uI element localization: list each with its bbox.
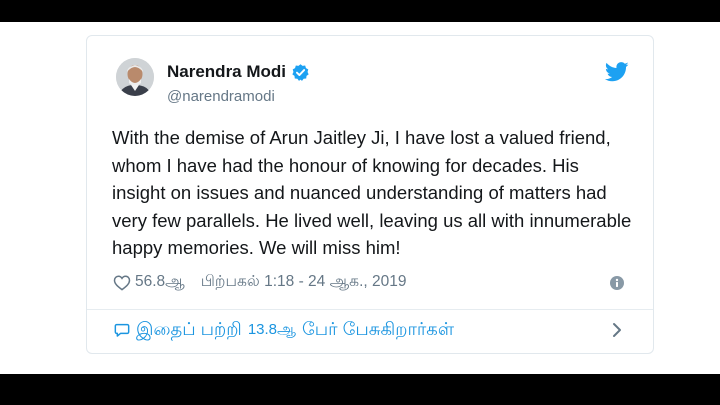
- avatar[interactable]: [116, 58, 154, 96]
- info-icon[interactable]: [610, 276, 624, 290]
- tweet-timestamp[interactable]: பிற்பகல் 1:18 - 24 ஆக., 2019: [201, 273, 407, 292]
- conversation-prefix: இதைப் பற்றி: [136, 318, 242, 339]
- user-handle[interactable]: @narendramodi: [167, 88, 275, 105]
- conversation-suffix: பேர் பேசுகிறார்கள்: [302, 318, 455, 339]
- tweet-text: With the demise of Arun Jaitley Ji, I ha…: [112, 127, 632, 258]
- conversation-count: 13.8ஆ: [247, 320, 296, 338]
- screen-area: Narendra Modi @narendramodi With the dem…: [0, 22, 720, 374]
- speech-bubble-icon: [114, 322, 130, 338]
- display-name-row[interactable]: Narendra Modi: [167, 62, 310, 82]
- conversation-link[interactable]: இதைப் பற்றி 13.8ஆ பேர் பேசுகிறார்கள்: [114, 316, 634, 344]
- like-button[interactable]: 56.8ஆ: [113, 273, 185, 292]
- twitter-bird-icon[interactable]: [604, 62, 629, 82]
- divider: [87, 309, 653, 310]
- chevron-right-icon[interactable]: [611, 322, 623, 338]
- tweet-meta-row: 56.8ஆ பிற்பகல் 1:18 - 24 ஆக., 2019: [113, 270, 633, 294]
- tweet-card[interactable]: Narendra Modi @narendramodi With the dem…: [86, 35, 654, 354]
- verified-badge-icon: [291, 63, 310, 82]
- like-count[interactable]: 56.8ஆ: [135, 273, 185, 292]
- display-name[interactable]: Narendra Modi: [167, 62, 286, 82]
- heart-icon[interactable]: [113, 274, 131, 291]
